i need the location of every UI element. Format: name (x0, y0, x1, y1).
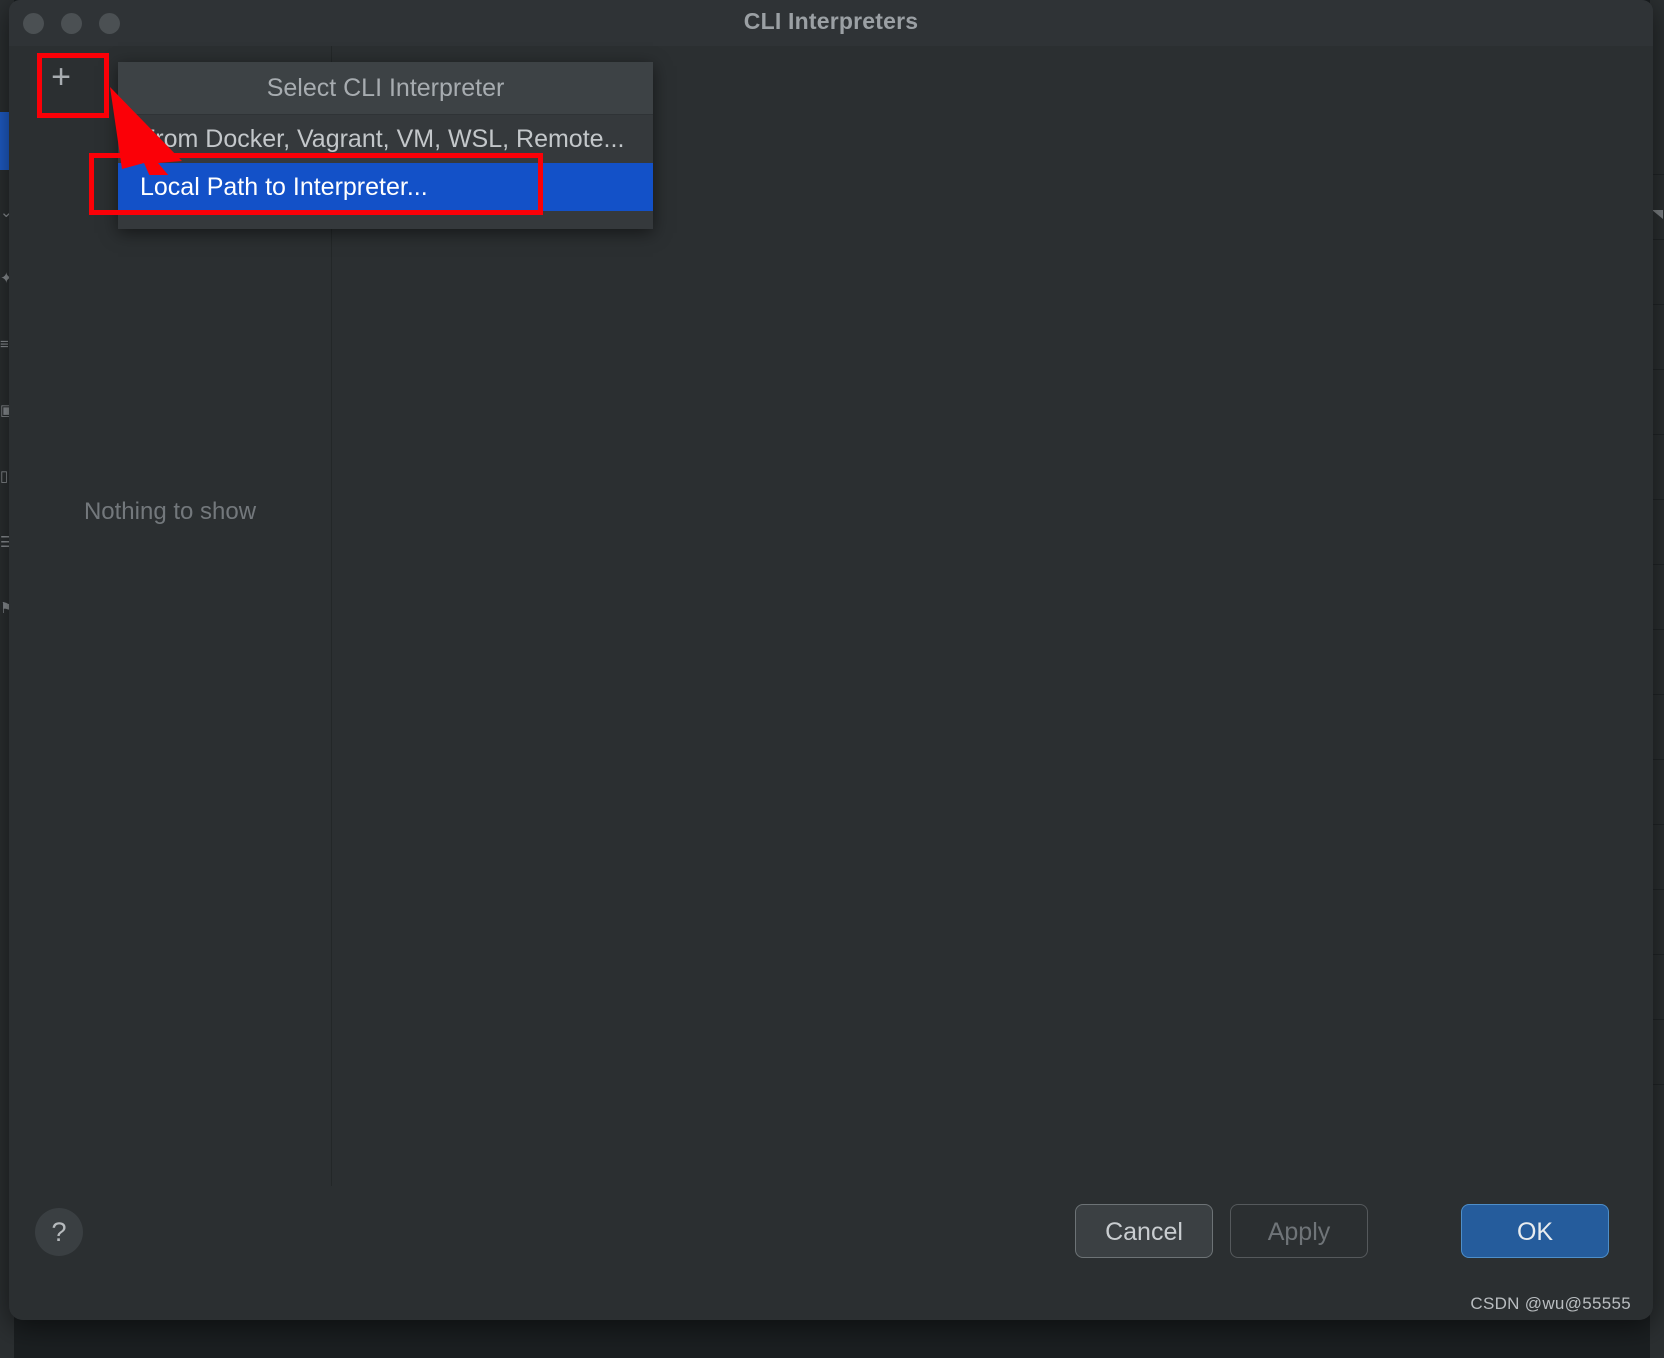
watermark-label: CSDN @wu@55555 (1470, 1294, 1631, 1313)
cancel-button[interactable]: Cancel (1075, 1204, 1213, 1258)
help-button[interactable]: ? (35, 1208, 83, 1256)
add-interpreter-button[interactable]: + (31, 52, 91, 104)
empty-state-label: Nothing to show (83, 498, 257, 525)
dialog-footer: ? Cancel Apply OK CSDN @wu@55555 (9, 1186, 1653, 1320)
popup-item-local-path[interactable]: Local Path to Interpreter... (118, 163, 653, 211)
page-title: CLI Interpreters (743, 8, 919, 34)
apply-button[interactable]: Apply (1230, 1204, 1368, 1258)
popup-bottom-padding (118, 211, 653, 229)
cli-interpreters-dialog: CLI Interpreters + Nothing to show ? Can… (9, 0, 1653, 1320)
title-bar: CLI Interpreters (9, 0, 1653, 46)
screen: ⌄ ✦ ≡ ▣ ▯ ☰ ⚑ CLI Interpreters + Nothing to sh… (0, 0, 1664, 1358)
ok-button[interactable]: OK (1461, 1204, 1609, 1258)
background-triangle-icon (1652, 210, 1663, 219)
select-cli-interpreter-popup: Select CLI Interpreter From Docker, Vagr… (118, 62, 653, 229)
popup-item-from-docker[interactable]: From Docker, Vagrant, VM, WSL, Remote... (118, 115, 653, 163)
popup-header-label: Select CLI Interpreter (118, 62, 653, 115)
